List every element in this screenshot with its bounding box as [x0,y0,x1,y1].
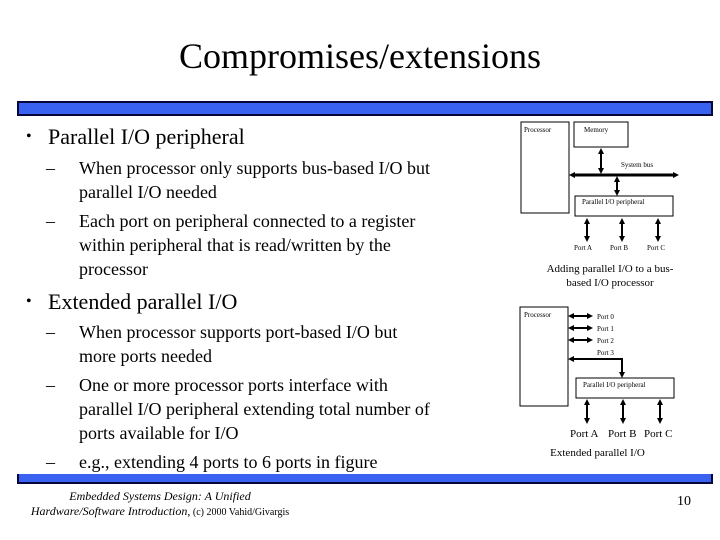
bullet-dot: • [26,128,32,145]
peripheral-label: Parallel I/O peripheral [582,198,645,206]
port-a-label: Port A [574,244,592,252]
peripheral-label: Parallel I/O peripheral [583,381,646,389]
bullet-text: Parallel I/O peripheral [48,124,245,149]
port-c-label: Port C [644,428,672,440]
port-c-label: Port C [647,244,665,252]
bullet-text: Extended parallel I/O [48,289,238,314]
port-a-label: Port A [570,428,598,440]
bullet-dot: • [26,293,32,310]
processor-label: Processor [524,311,552,319]
title-divider-bar [17,101,713,116]
footer-citation: Embedded Systems Design: A Unified Hardw… [30,489,290,518]
memory-label: Memory [584,126,609,134]
port-2-label: Port 2 [597,337,614,345]
processor-box [520,121,570,214]
sub-bullet: – When processor only supports bus-based… [46,158,430,202]
port-b-label: Port B [610,244,628,252]
sub-bullet: – e.g., extending 4 ports to 6 ports in … [46,452,378,472]
sub-bullet: – One or more processor ports interface … [46,375,430,443]
port-b-label: Port B [608,428,636,440]
footer-divider-bar [17,474,713,484]
diagram-bus-based-parallel-io: Processor Memory System bus Parallel I/O… [520,121,679,252]
port-0-label: Port 0 [597,313,614,321]
processor-box [519,306,569,407]
diagram-extended-parallel-io: Processor Port 0 Port 1 Port 2 Port 3 Pa… [519,306,675,440]
port-3-label: Port 3 [597,349,614,357]
page-number: 10 [677,494,691,509]
sub-bullet: – Each port on peripheral connected to a… [46,211,416,279]
slide-title: Compromises/extensions [179,36,541,76]
diagram2-caption: Extended parallel I/O [550,447,645,459]
port-3-connection-arrow [568,356,625,378]
port-1-label: Port 1 [597,325,614,333]
system-bus-label: System bus [621,161,653,169]
diagram1-caption: Adding parallel I/O to a bus- based I/O … [546,263,674,289]
processor-label: Processor [524,126,552,134]
sub-bullet: – When processor supports port-based I/O… [46,322,398,366]
